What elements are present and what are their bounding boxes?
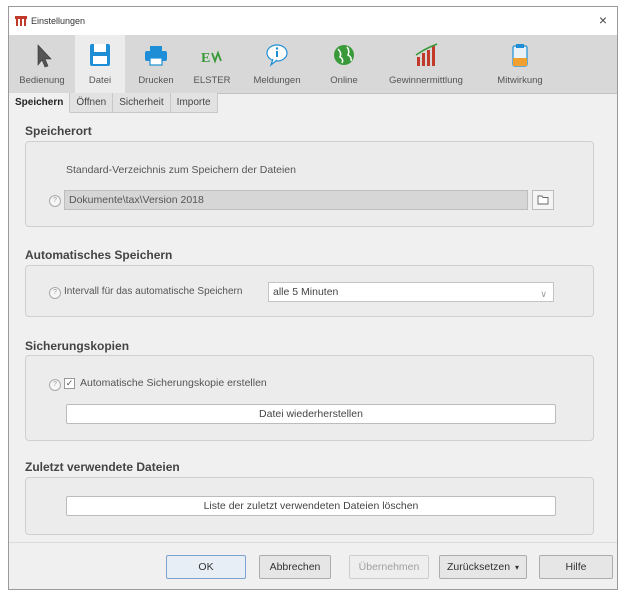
tab-oeffnen[interactable]: Öffnen — [70, 93, 114, 113]
globe-icon — [334, 45, 354, 65]
auto-backup-label: Automatische Sicherungskopie erstellen — [80, 377, 267, 389]
toolbar-label: Mitwirkung — [497, 75, 543, 86]
tab-importe[interactable]: Importe — [170, 93, 218, 113]
tab-speichern[interactable]: Speichern — [9, 93, 71, 113]
toolbar-item-online[interactable]: Online — [319, 35, 369, 93]
section-title-speicherort: Speicherort — [25, 124, 92, 138]
section-title-autosave: Automatisches Speichern — [25, 248, 173, 262]
title-bar: Einstellungen × — [9, 7, 617, 35]
cancel-button[interactable]: Abbrechen — [259, 555, 331, 579]
svg-text:E: E — [201, 51, 210, 66]
speicherort-group: Standard-Verzeichnis zum Speichern der D… — [25, 141, 594, 227]
autosave-group: ? Intervall für das automatische Speiche… — [25, 265, 594, 317]
toolbar-item-meldungen[interactable]: Meldungen — [245, 35, 309, 93]
toolbar-item-gewinnermittlung[interactable]: Gewinnermittlung — [377, 35, 475, 93]
bar-chart-icon — [415, 43, 438, 66]
toolbar-item-drucken[interactable]: Drucken — [129, 35, 183, 93]
floppy-disk-icon — [90, 44, 110, 66]
auto-backup-checkbox[interactable]: ✓ — [64, 378, 75, 389]
backup-group: ? ✓ Automatische Sicherungskopie erstell… — [25, 355, 594, 441]
category-toolbar: Bedienung Datei Drucken E ELSTER Meldung… — [9, 35, 617, 94]
app-icon — [15, 16, 27, 26]
help-icon[interactable]: ? — [49, 287, 61, 299]
select-value: alle 5 Minuten — [273, 286, 339, 298]
toolbar-label: Bedienung — [19, 75, 65, 86]
info-bubble-icon — [266, 44, 288, 67]
toolbar-label: Gewinnermittlung — [389, 75, 463, 86]
clipboard-icon — [512, 44, 528, 67]
toolbar-label: Drucken — [138, 75, 174, 86]
browse-folder-button[interactable] — [532, 190, 554, 210]
autosave-interval-label: Intervall für das automatische Speichern — [64, 286, 243, 297]
toolbar-item-bedienung[interactable]: Bedienung — [11, 35, 73, 93]
restore-file-button[interactable]: Datei wiederherstellen — [66, 404, 556, 424]
close-button[interactable]: × — [595, 12, 611, 28]
window-title: Einstellungen — [31, 16, 86, 26]
elster-icon: E — [201, 50, 222, 66]
reset-button[interactable]: Zurücksetzen ▾ — [439, 555, 527, 579]
settings-dialog: Einstellungen × Bedienung Datei Drucken — [8, 6, 618, 590]
chevron-down-icon: ∨ — [540, 289, 547, 299]
cursor-arrow-icon — [37, 44, 52, 68]
dropdown-arrow-icon: ▾ — [514, 563, 519, 572]
toolbar-label: Meldungen — [253, 75, 301, 86]
toolbar-label: Datei — [88, 75, 112, 86]
tab-sicherheit[interactable]: Sicherheit — [113, 93, 171, 113]
apply-button[interactable]: Übernehmen — [349, 555, 429, 579]
storage-path-field[interactable]: Dokumente\tax\Version 2018 — [64, 190, 528, 210]
toolbar-label: ELSTER — [193, 75, 231, 86]
toolbar-item-mitwirkung[interactable]: Mitwirkung — [485, 35, 555, 93]
autosave-interval-select[interactable]: alle 5 Minuten ∨ — [268, 282, 554, 302]
dialog-footer: OK Abbrechen Übernehmen Zurücksetzen ▾ H… — [9, 542, 617, 589]
toolbar-item-elster[interactable]: E ELSTER — [187, 35, 237, 93]
toolbar-item-datei[interactable]: Datei — [75, 35, 125, 93]
section-title-backup: Sicherungskopien — [25, 339, 130, 353]
clear-recent-files-button[interactable]: Liste der zuletzt verwendeten Dateien lö… — [66, 496, 556, 516]
recent-files-group: Liste der zuletzt verwendeten Dateien lö… — [25, 477, 594, 535]
toolbar-label: Online — [330, 75, 358, 86]
reset-label: Zurücksetzen — [447, 561, 511, 573]
help-icon[interactable]: ? — [49, 379, 61, 391]
subtab-bar: Speichern Öffnen Sicherheit Importe — [9, 93, 249, 113]
help-icon[interactable]: ? — [49, 195, 61, 207]
section-title-recent: Zuletzt verwendete Dateien — [25, 460, 180, 474]
folder-icon — [537, 195, 549, 205]
speicherort-description: Standard-Verzeichnis zum Speichern der D… — [66, 164, 296, 176]
printer-icon — [145, 46, 167, 66]
ok-button[interactable]: OK — [166, 555, 246, 579]
help-button[interactable]: Hilfe — [539, 555, 613, 579]
